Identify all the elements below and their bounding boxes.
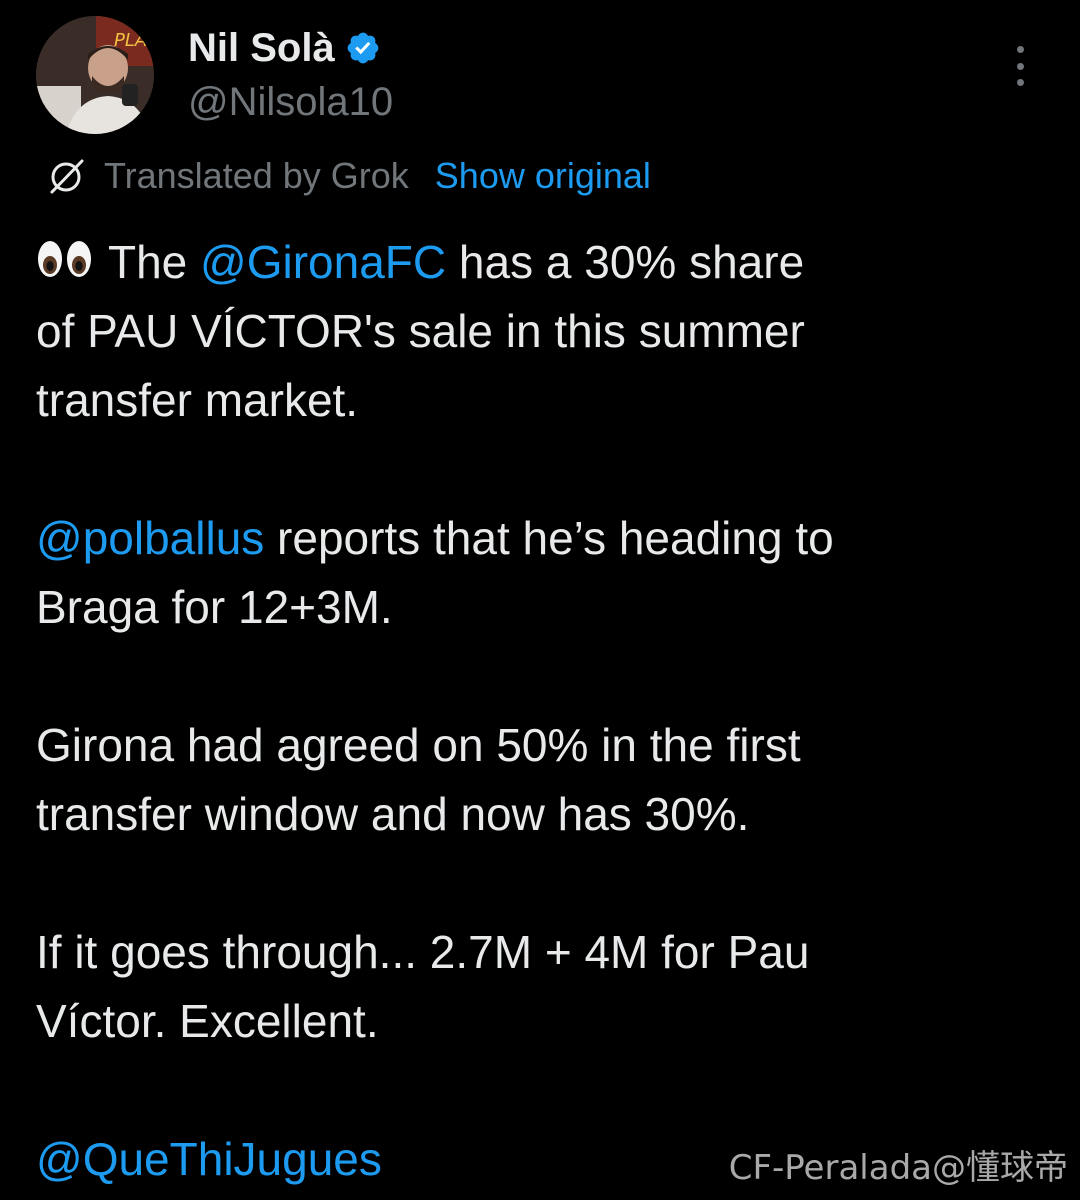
tweet-text: The @GironaFC has a 30% share of PAU VÍC… — [36, 228, 1046, 1194]
tweet-text-segment: has a 30% share — [446, 236, 805, 288]
verified-badge-icon[interactable] — [345, 30, 381, 66]
avatar-image: PLA — [36, 16, 154, 134]
tweet-text-line: transfer market. — [36, 374, 359, 426]
mention-link[interactable]: @GironaFC — [200, 236, 446, 288]
svg-text:PLA: PLA — [114, 30, 147, 51]
tweet-paragraph-3: Girona had agreed on 50% in the first tr… — [36, 711, 1046, 849]
user-handle[interactable]: @Nilsola10 — [188, 76, 393, 128]
eyes-emoji-icon — [36, 238, 94, 280]
tweet-text-line: Girona had agreed on 50% in the first — [36, 719, 801, 771]
tweet-paragraph-1: The @GironaFC has a 30% share of PAU VÍC… — [36, 228, 1046, 435]
display-name[interactable]: Nil Solà — [188, 22, 335, 74]
more-dot — [1016, 46, 1024, 53]
translation-bar: Translated by Grok Show original — [46, 150, 651, 202]
mention-link[interactable]: @polballus — [36, 512, 264, 564]
more-options-icon[interactable] — [1008, 46, 1032, 86]
tweet-text-segment: The — [108, 236, 201, 288]
show-original-link[interactable]: Show original — [435, 155, 651, 197]
tweet-text-line: Víctor. Excellent. — [36, 995, 379, 1047]
name-row: Nil Solà — [188, 22, 381, 74]
tweet-paragraph-2: @polballus reports that he’s heading to … — [36, 504, 1046, 642]
tweet-paragraph-4: If it goes through... 2.7M + 4M for Pau … — [36, 918, 1046, 1056]
more-dot — [1016, 79, 1024, 86]
translated-by-label: Translated by Grok — [104, 155, 409, 196]
grok-icon — [46, 156, 86, 196]
tweet-text-line: Braga for 12+3M. — [36, 581, 393, 633]
tweet-header: PLA Nil Solà @Nilsola10 — [36, 16, 1044, 136]
watermark: CF-Peralada@懂球帝 — [728, 1148, 1068, 1188]
more-dot — [1016, 62, 1024, 70]
user-avatar[interactable]: PLA — [36, 16, 154, 134]
tweet-text-line: transfer window and now has 30%. — [36, 788, 750, 840]
tweet-text-line: If it goes through... 2.7M + 4M for Pau — [36, 926, 810, 978]
tweet-text-line: of PAU VÍCTOR's sale in this summer — [36, 305, 805, 357]
tweet-text-segment: reports that he’s heading to — [264, 512, 834, 564]
mention-link[interactable]: @QueThiJugues — [36, 1133, 382, 1185]
